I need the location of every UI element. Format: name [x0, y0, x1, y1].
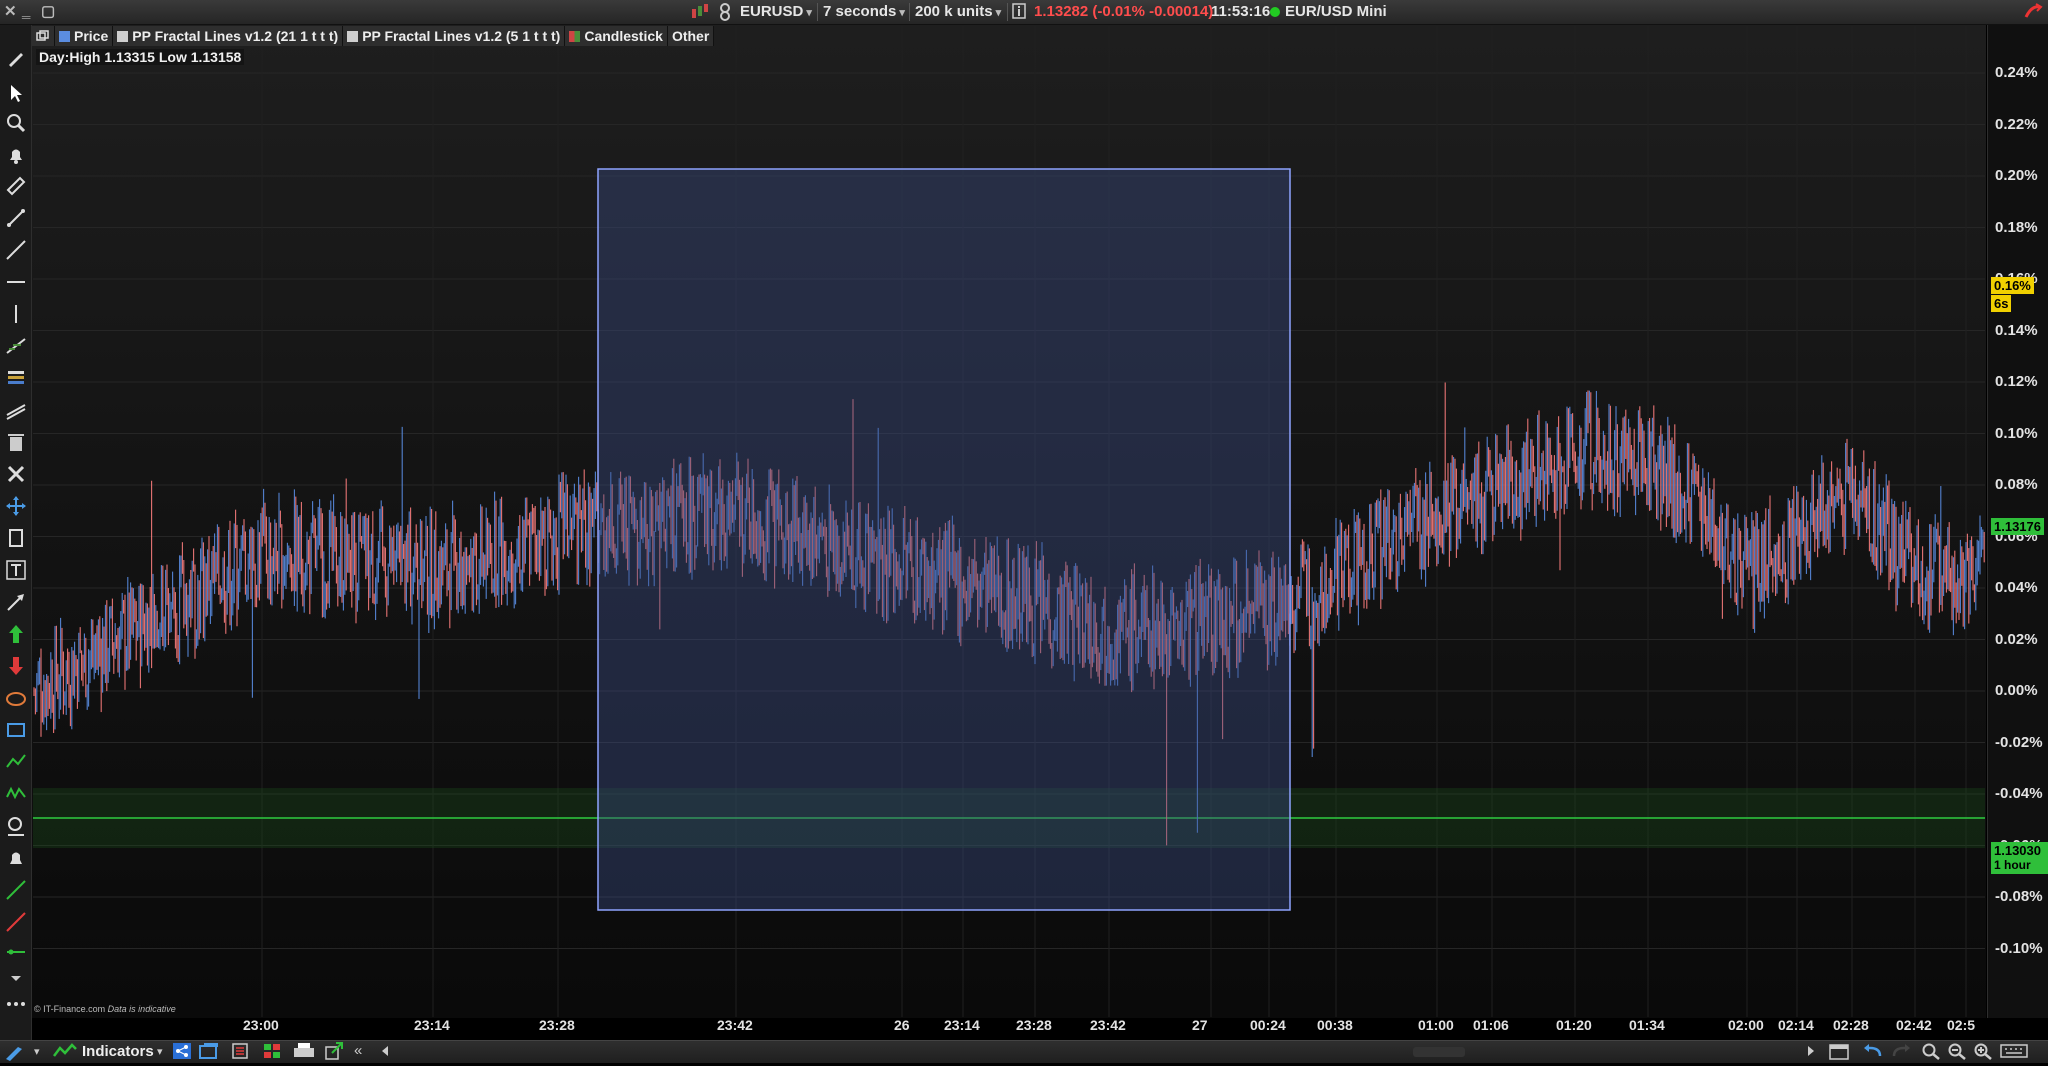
magnifier-icon[interactable]	[3, 813, 28, 838]
y-axis-label: -0.04%	[1995, 785, 2043, 802]
fib-levels-icon[interactable]	[3, 365, 28, 390]
x-axis-label: 02:42	[1896, 1017, 1932, 1033]
legend-swatch	[569, 30, 581, 42]
y-axis-label: 0.14%	[1995, 321, 2038, 339]
x-axis-label: 23:28	[539, 1017, 575, 1033]
x-axis-label: 01:06	[1473, 1017, 1509, 1033]
rectangle-icon[interactable]	[3, 717, 28, 742]
scroll-left-icon[interactable]	[378, 1043, 392, 1064]
x-axis-label: 26	[894, 1017, 910, 1033]
trash-icon[interactable]	[3, 429, 28, 454]
y-axis-label: 0.22%	[1995, 115, 2038, 133]
move-icon[interactable]	[3, 493, 28, 518]
x-axis-label: 23:14	[414, 1017, 450, 1033]
wave-icon[interactable]	[3, 781, 28, 806]
price-chart[interactable]	[0, 0, 2048, 1062]
countdown-tag: 6s	[1991, 295, 2012, 312]
pen-dropdown-icon[interactable]: ▾	[34, 1045, 40, 1058]
x-axis-label: 27	[1192, 1017, 1208, 1033]
green-line-icon[interactable]	[3, 877, 28, 902]
y-axis-label: -0.08%	[1995, 888, 2043, 905]
tools-icon[interactable]	[3, 461, 28, 486]
horizontal-line-icon[interactable]	[3, 269, 28, 294]
collapse-left-icon[interactable]: «	[354, 1042, 362, 1059]
last-price-tag: 1.13176	[1991, 518, 2044, 535]
more-icon[interactable]	[3, 991, 28, 1016]
x-axis-label: 23:42	[717, 1017, 753, 1033]
x-axis-label: 02:28	[1833, 1017, 1869, 1033]
level-price: 1.13030	[1994, 843, 2041, 858]
bottom-toolbar: ▾ Indicators ▾ «	[0, 1040, 2048, 1063]
scroll-right-icon[interactable]	[1804, 1043, 1818, 1064]
red-line-icon[interactable]	[3, 909, 28, 934]
y-axis-label: 0.04%	[1995, 579, 2038, 596]
trend-line-icon[interactable]	[3, 237, 28, 262]
segment-icon[interactable]	[3, 205, 28, 230]
x-axis-label: 02:14	[1778, 1017, 1814, 1033]
legend-item-fractal-21[interactable]: PP Fractal Lines v1.2 (21 1 t t t)	[113, 26, 344, 46]
y-axis-label: -0.02%	[1995, 733, 2043, 751]
arrow-line-icon[interactable]	[3, 589, 28, 614]
selection-rectangle	[597, 168, 1291, 911]
drawing-toolbar	[0, 25, 32, 1040]
pointer-icon[interactable]	[3, 80, 28, 105]
vertical-line-icon[interactable]	[3, 301, 28, 326]
y-axis-label: 0.12%	[1995, 373, 2038, 390]
y-axis-label: 0.02%	[1995, 630, 2038, 648]
copyright-notice: © IT-Finance.com Data is indicative	[34, 1004, 176, 1014]
fibonacci-icon[interactable]	[3, 333, 28, 358]
x-axis-label: 23:14	[944, 1017, 980, 1033]
x-axis-label: 01:34	[1629, 1017, 1665, 1033]
x-axis-label: 01:00	[1418, 1017, 1454, 1033]
legend-swatch	[59, 30, 70, 42]
zoom-icon[interactable]	[3, 110, 28, 135]
x-axis-label: 23:42	[1090, 1017, 1126, 1033]
up-arrow-icon[interactable]	[3, 621, 28, 646]
legend-settings[interactable]	[32, 26, 55, 46]
legend-swatch	[117, 30, 129, 42]
text-tool-icon[interactable]	[3, 557, 28, 582]
y-axis-label: 0.10%	[1995, 424, 2038, 442]
indicators-button[interactable]: Indicators	[82, 1043, 154, 1060]
alert-user-icon[interactable]	[3, 845, 28, 870]
pen-icon[interactable]	[4, 1043, 26, 1066]
level-line-icon[interactable]	[3, 939, 28, 964]
scroll-down-icon[interactable]	[3, 965, 28, 990]
x-axis-label: 23:00	[243, 1017, 279, 1033]
level-price-tag: 1.13030 1 hour	[1991, 842, 2048, 874]
current-pct-tag: 0.16%	[1991, 277, 2034, 294]
legend-item-other[interactable]: Other	[667, 26, 715, 46]
document-icon[interactable]	[3, 525, 28, 550]
ruler-icon[interactable]	[3, 173, 28, 198]
legend-item-fractal-5[interactable]: PP Fractal Lines v1.2 (5 1 t t t)	[343, 26, 566, 46]
polyline-icon[interactable]	[3, 749, 28, 774]
x-axis-label: 00:38	[1317, 1017, 1353, 1033]
y-axis-label: 0.18%	[1995, 218, 2038, 236]
channel-icon[interactable]	[3, 397, 28, 422]
horizontal-scrollbar-thumb[interactable]	[1413, 1047, 1465, 1057]
alert-bell-icon[interactable]	[3, 142, 28, 167]
y-axis-label: -0.10%	[1995, 939, 2043, 957]
x-axis-label: 02:5	[1947, 1017, 1976, 1033]
pencil-icon[interactable]	[3, 45, 28, 70]
ellipse-icon[interactable]	[3, 685, 28, 710]
down-arrow-icon[interactable]	[3, 653, 28, 678]
x-axis-label: 01:20	[1556, 1017, 1592, 1033]
y-axis-label: 0.24%	[1995, 64, 2038, 81]
x-axis-label: 00:24	[1250, 1017, 1286, 1033]
indicator-legend: Price PP Fractal Lines v1.2 (21 1 t t t)…	[32, 26, 715, 46]
y-axis-label: 0.08%	[1995, 476, 2038, 493]
y-axis-label: 0.00%	[1995, 682, 2038, 699]
y-axis-label: 0.20%	[1995, 167, 2038, 184]
legend-swatch	[347, 30, 359, 42]
indicators-dropdown-icon[interactable]: ▾	[157, 1045, 163, 1058]
level-period: 1 hour	[1994, 858, 2031, 872]
x-axis-label: 23:28	[1016, 1017, 1052, 1033]
legend-item-candlestick[interactable]: Candlestick	[565, 26, 668, 46]
legend-item-price[interactable]: Price	[55, 26, 114, 46]
x-axis-label: 02:00	[1728, 1017, 1764, 1033]
day-high-low: Day:High 1.13315 Low 1.13158	[36, 49, 245, 65]
windows-icon	[36, 30, 49, 41]
